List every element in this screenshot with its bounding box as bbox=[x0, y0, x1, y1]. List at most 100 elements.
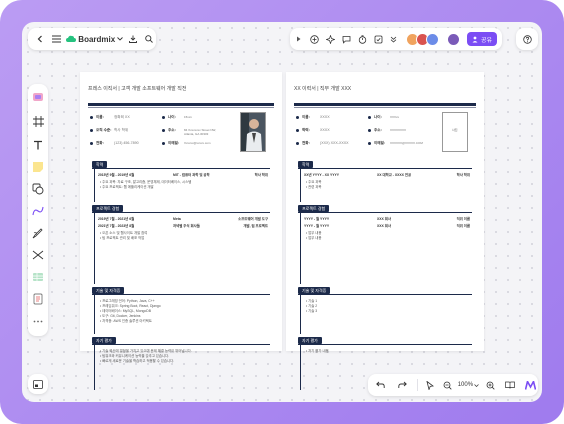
minimap-button[interactable] bbox=[28, 374, 48, 394]
entry-organization: Meta bbox=[173, 217, 181, 221]
section-heading: 프로젝트 경험 bbox=[298, 205, 330, 212]
timeline-line bbox=[300, 344, 301, 390]
bottom-right-toolbar: 100% bbox=[368, 374, 538, 396]
header-thin-line bbox=[88, 107, 274, 108]
section-rule bbox=[92, 294, 270, 295]
undo-icon[interactable] bbox=[372, 376, 390, 394]
shape-icon[interactable] bbox=[31, 182, 45, 196]
section-heading: 학력 bbox=[92, 161, 108, 168]
connector-icon[interactable] bbox=[31, 204, 45, 218]
ai-assistant-icon[interactable] bbox=[522, 376, 538, 394]
resume-title: XX 이력서 | 직무 개발 XXX bbox=[294, 86, 352, 92]
section-rule bbox=[298, 294, 472, 295]
entry-bullet-item: • 관련 과목 bbox=[306, 185, 322, 189]
info-label: 전화: bbox=[302, 141, 310, 145]
mindmap-icon[interactable] bbox=[31, 248, 45, 262]
zoom-chevron-icon[interactable] bbox=[473, 376, 481, 394]
app-window: Boardmix 공유 프레스 이직서 | 고객 개발 소프트웨어 개발 직전 … bbox=[22, 22, 542, 402]
table-icon[interactable] bbox=[31, 270, 45, 284]
more-tools-icon[interactable] bbox=[31, 316, 45, 326]
info-label: 나이: bbox=[168, 115, 176, 119]
entry-organization: XX 대학교 - XXXX 전공 bbox=[377, 173, 412, 177]
timeline-line bbox=[300, 294, 301, 334]
zoom-level[interactable]: 100% bbox=[458, 382, 473, 388]
entry-date: XX년 YYYY - XX YYYY bbox=[304, 173, 340, 177]
info-label: 이름: bbox=[302, 115, 310, 119]
select-cursor-icon[interactable] bbox=[422, 376, 438, 394]
timeline-line bbox=[300, 168, 301, 202]
zoom-out-icon[interactable] bbox=[440, 376, 456, 394]
resume-right-content: XX 이력서 | 직무 개발 XXX 이름: XXXX 나이: XXXxx 학력: XXXX… bbox=[286, 72, 484, 390]
info-value: 84 Xxxxxxxx Street NW, Atlanta, GA 30303 bbox=[184, 128, 217, 136]
section-heading: 기술 및 자격증 bbox=[298, 287, 331, 294]
header-bar bbox=[88, 103, 274, 106]
info-value: XXXXXX@XXXXX.COM bbox=[390, 141, 423, 145]
chevron-down-icon[interactable] bbox=[115, 30, 124, 48]
book-view-icon[interactable] bbox=[503, 376, 519, 394]
help-icon bbox=[522, 34, 532, 44]
entry-role: 직위 이름 bbox=[456, 224, 470, 228]
document-icon[interactable] bbox=[31, 292, 45, 306]
search-icon[interactable] bbox=[142, 30, 156, 48]
header-thin-line bbox=[294, 107, 476, 108]
section-heading: 자기 평가 bbox=[92, 337, 116, 344]
entry-date: YYYY - 월 YYYY bbox=[304, 224, 330, 228]
menu-icon[interactable] bbox=[50, 30, 64, 48]
text-icon[interactable] bbox=[31, 138, 45, 152]
template-icon[interactable] bbox=[31, 90, 45, 104]
entry-role: 학사 학위 bbox=[456, 173, 470, 177]
info-label: 나이: bbox=[374, 115, 382, 119]
zoom-in-icon[interactable] bbox=[483, 376, 499, 394]
download-icon[interactable] bbox=[126, 30, 140, 48]
section-heading: 학력 bbox=[298, 161, 314, 168]
info-bullet bbox=[90, 116, 93, 119]
entry-bullet-item: • 업무 내용 bbox=[306, 236, 322, 240]
info-value: (XXX) XXX-XXXX bbox=[320, 141, 349, 145]
info-bullet bbox=[90, 142, 93, 145]
profile-photo: 사진 bbox=[442, 112, 468, 152]
entry-bullet-item: • 자격증: AWS 인증 솔루션 아키텍트 bbox=[100, 319, 152, 323]
info-bullet bbox=[368, 116, 371, 119]
info-value: XXXxx bbox=[390, 115, 400, 119]
ai-icon[interactable] bbox=[322, 30, 338, 48]
redo-icon[interactable] bbox=[394, 376, 412, 394]
info-value: 정확희 XX bbox=[114, 115, 130, 119]
back-icon[interactable] bbox=[32, 30, 48, 48]
info-bullet bbox=[296, 116, 299, 119]
entry-organization: MIT - 컴퓨터 과학 및 공학 bbox=[173, 173, 210, 177]
info-label: 학력: bbox=[302, 128, 310, 132]
pen-icon[interactable] bbox=[31, 226, 45, 240]
more-chevron-icon[interactable] bbox=[386, 30, 400, 48]
info-value: 학사 학위 bbox=[114, 128, 129, 132]
sticky-note-icon[interactable] bbox=[31, 160, 45, 174]
vote-icon[interactable] bbox=[370, 30, 386, 48]
share-button[interactable]: 공유 bbox=[467, 32, 498, 46]
entry-organization: XXX 회사 bbox=[377, 217, 391, 221]
left-tool-sidebar bbox=[28, 84, 48, 336]
info-value: XXXXXXXX bbox=[390, 128, 407, 132]
comment-icon[interactable] bbox=[338, 30, 354, 48]
timer-icon[interactable] bbox=[354, 30, 370, 48]
collaborator-avatars[interactable] bbox=[406, 32, 439, 46]
help-button[interactable] bbox=[516, 28, 538, 50]
info-label: 이메일: bbox=[168, 141, 180, 145]
info-label: 오직 수준: bbox=[96, 128, 112, 132]
entry-date: 2015년 9월 - 2019년 6월 bbox=[98, 173, 135, 177]
info-label: 전화: bbox=[96, 141, 104, 145]
timeline-line bbox=[94, 344, 95, 390]
collapse-arrow-icon[interactable] bbox=[292, 30, 306, 48]
header-bar bbox=[294, 103, 476, 106]
add-user-icon bbox=[472, 36, 478, 42]
section-heading: 자기 평가 bbox=[298, 337, 322, 344]
entry-date: YYYY - 월 YYYY bbox=[304, 217, 330, 221]
avatar bbox=[426, 32, 439, 46]
frame-icon[interactable] bbox=[31, 114, 45, 128]
current-user-avatar[interactable] bbox=[448, 33, 459, 45]
resume-left-content: 프레스 이직서 | 고객 개발 소프트웨어 개발 직전 이름: 정확희 XX 나이: 1… bbox=[80, 72, 282, 390]
section-rule bbox=[298, 212, 472, 213]
toolbar-divider bbox=[417, 379, 419, 391]
info-bullet bbox=[296, 142, 299, 145]
info-bullet bbox=[162, 142, 165, 145]
add-icon[interactable] bbox=[306, 30, 322, 48]
section-heading: 기술 및 자격증 bbox=[92, 287, 125, 294]
